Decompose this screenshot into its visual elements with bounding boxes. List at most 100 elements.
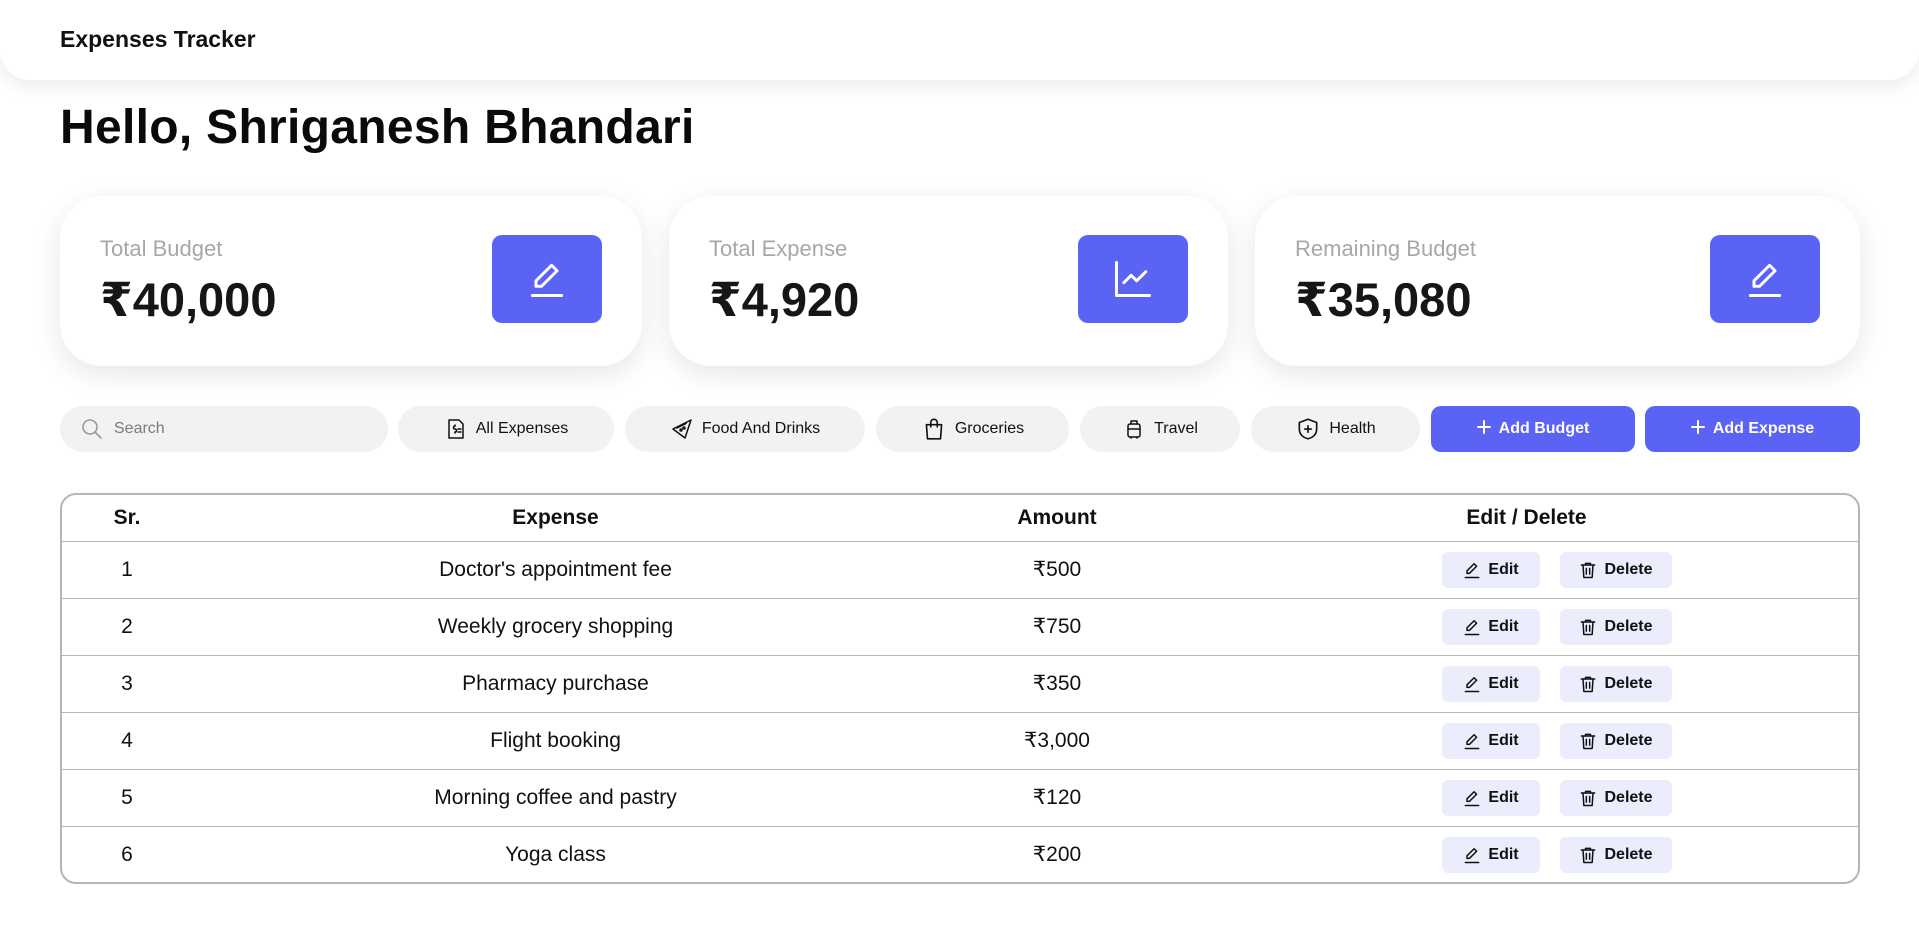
- trash-icon: [1581, 733, 1596, 749]
- edit-label: Edit: [1488, 560, 1519, 578]
- cell-expense: Doctor's appointment fee: [192, 541, 919, 599]
- cell-actions: Edit Delete: [1195, 541, 1858, 599]
- table-header-row: Sr. Expense Amount Edit / Delete: [62, 495, 1858, 542]
- header-amount: Amount: [919, 495, 1195, 542]
- add-budget-button[interactable]: Add Budget: [1431, 406, 1635, 452]
- app-title: Expenses Tracker: [60, 26, 256, 52]
- pencil-icon: [1748, 263, 1782, 297]
- search-bar: [60, 406, 388, 452]
- cell-sr: 3: [62, 655, 192, 713]
- total-expense-value: ₹4,920: [709, 273, 860, 326]
- table-row: 4 Flight booking ₹3,000 Edit Delete: [62, 712, 1858, 770]
- edit-button[interactable]: Edit: [1441, 665, 1540, 702]
- pencil-icon: [1464, 676, 1480, 692]
- delete-button[interactable]: Delete: [1559, 836, 1672, 873]
- cell-sr: 2: [62, 598, 192, 656]
- cell-amount: ₹200: [1032, 843, 1082, 867]
- cell-sr: 6: [121, 842, 133, 866]
- edit-label: Edit: [1488, 845, 1519, 863]
- add-budget-label: Add Budget: [1498, 420, 1590, 437]
- trash-icon: [1581, 847, 1596, 863]
- cell-sr: 1: [62, 541, 192, 599]
- cell-actions: Edit Delete: [1195, 712, 1858, 770]
- header-edit-delete: Edit / Delete: [1195, 495, 1858, 542]
- table-row: 3 Pharmacy purchase ₹350 Edit Delete: [62, 655, 1858, 713]
- trash-icon: [1581, 790, 1596, 806]
- shopping-bag-icon: [921, 416, 947, 442]
- total-budget-label: Total Budget: [100, 236, 223, 261]
- table-row: 1 Doctor's appointment fee ₹500 Edit Del…: [62, 541, 1858, 599]
- delete-button[interactable]: Delete: [1559, 722, 1672, 759]
- cell-expense: Morning coffee and pastry: [192, 769, 919, 827]
- table-row: 6 Yoga class ₹200 Edit Delete: [62, 826, 1858, 882]
- total-budget-card: Total Budget ₹40,000: [60, 196, 642, 366]
- filter-label: Health: [1329, 420, 1376, 437]
- remaining-budget-label: Remaining Budget: [1295, 236, 1477, 261]
- edit-button[interactable]: Edit: [1441, 779, 1540, 816]
- greeting-heading: Hello, Shriganesh Bhandari: [60, 101, 695, 154]
- delete-label: Delete: [1604, 845, 1653, 863]
- cell-actions: Edit Delete: [1195, 655, 1858, 713]
- edit-budget-button[interactable]: [492, 235, 602, 323]
- delete-button[interactable]: Delete: [1559, 779, 1672, 816]
- cell-amount: ₹120: [919, 769, 1195, 827]
- edit-label: Edit: [1488, 617, 1519, 635]
- cell-actions: Edit Delete: [1195, 598, 1858, 656]
- add-expense-button[interactable]: Add Expense: [1645, 406, 1860, 452]
- trash-icon: [1581, 619, 1596, 635]
- delete-button[interactable]: Delete: [1559, 665, 1672, 702]
- cell-expense: Yoga class: [505, 842, 606, 866]
- cell-amount: ₹3,000: [919, 712, 1195, 770]
- shield-plus-icon: [1295, 416, 1321, 442]
- filter-label: Groceries: [954, 420, 1025, 437]
- cell-actions: Edit Delete: [1195, 769, 1858, 827]
- edit-label: Edit: [1488, 788, 1519, 806]
- filter-label: Food And Drinks: [701, 420, 821, 437]
- luggage-icon: [1122, 417, 1146, 441]
- header-expense: Expense: [192, 495, 919, 542]
- edit-button[interactable]: Edit: [1441, 722, 1540, 759]
- plus-icon: [1476, 419, 1491, 439]
- remaining-budget-card: Remaining Budget ₹35,080: [1255, 196, 1860, 366]
- filter-all-expenses[interactable]: All Expenses: [398, 406, 614, 452]
- add-expense-label: Add Expense: [1712, 420, 1815, 437]
- filter-travel[interactable]: Travel: [1080, 406, 1240, 452]
- edit-button[interactable]: Edit: [1441, 608, 1540, 645]
- cell-amount: ₹350: [919, 655, 1195, 713]
- remaining-budget-value: ₹35,080: [1295, 273, 1472, 326]
- filter-label: Travel: [1154, 420, 1198, 437]
- pencil-icon: [1464, 733, 1480, 749]
- edit-button[interactable]: Edit: [1441, 836, 1540, 873]
- table-row: 5 Morning coffee and pastry ₹120 Edit De…: [62, 769, 1858, 827]
- delete-label: Delete: [1604, 560, 1653, 578]
- pencil-icon: [1464, 619, 1480, 635]
- top-navbar: Expenses Tracker: [0, 0, 1919, 80]
- filter-label: All Expenses: [475, 420, 569, 437]
- pizza-icon: [670, 417, 694, 441]
- line-chart-icon: [1115, 261, 1151, 297]
- pencil-icon: [530, 263, 564, 297]
- trash-icon: [1581, 562, 1596, 578]
- delete-button[interactable]: Delete: [1559, 608, 1672, 645]
- delete-button[interactable]: Delete: [1559, 551, 1672, 588]
- cell-amount: ₹500: [919, 541, 1195, 599]
- view-expense-chart-button[interactable]: [1078, 235, 1188, 323]
- filter-groceries[interactable]: Groceries: [876, 406, 1069, 452]
- edit-label: Edit: [1488, 674, 1519, 692]
- cell-sr: 5: [62, 769, 192, 827]
- edit-button[interactable]: Edit: [1441, 551, 1540, 588]
- cell-amount: ₹750: [919, 598, 1195, 656]
- delete-label: Delete: [1604, 731, 1653, 749]
- edit-remaining-budget-button[interactable]: [1710, 235, 1820, 323]
- filter-food-and-drinks[interactable]: Food And Drinks: [625, 406, 865, 452]
- search-input[interactable]: [114, 420, 354, 438]
- cell-expense: Flight booking: [192, 712, 919, 770]
- filter-health[interactable]: Health: [1251, 406, 1420, 452]
- cell-expense: Weekly grocery shopping: [192, 598, 919, 656]
- receipt-icon: [444, 417, 468, 441]
- total-budget-value: ₹40,000: [100, 273, 277, 326]
- search-icon: [80, 417, 104, 441]
- pencil-icon: [1464, 847, 1480, 863]
- trash-icon: [1581, 676, 1596, 692]
- pencil-icon: [1464, 790, 1480, 806]
